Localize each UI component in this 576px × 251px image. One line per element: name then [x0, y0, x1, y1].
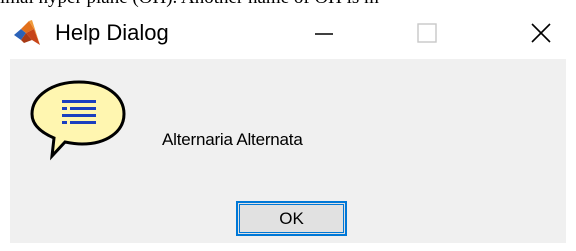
window-title: Help Dialog [55, 20, 169, 45]
maximize-button[interactable] [392, 8, 462, 58]
title-bar[interactable]: Help Dialog [0, 8, 576, 58]
minimize-icon [315, 33, 333, 35]
close-icon [531, 23, 551, 43]
dialog-client-area: Alternaria Alternata OK [10, 59, 566, 243]
matlab-membrane-icon [14, 20, 40, 45]
background-document-line: imal hyper plane (OH). Another name of O… [0, 0, 379, 8]
ok-button-label: OK [279, 208, 304, 228]
ok-button[interactable]: OK [236, 201, 347, 236]
maximize-icon [417, 23, 437, 43]
dialog-message: Alternaria Alternata [162, 130, 303, 149]
help-dialog-window: Help Dialog Alternaria Alternata OK [0, 8, 576, 251]
minimize-button[interactable] [289, 8, 359, 58]
background-document-text: imal hyper plane (OH). Another name of O… [0, 0, 576, 8]
close-button[interactable] [506, 8, 576, 58]
help-speech-bubble-icon [30, 80, 126, 161]
